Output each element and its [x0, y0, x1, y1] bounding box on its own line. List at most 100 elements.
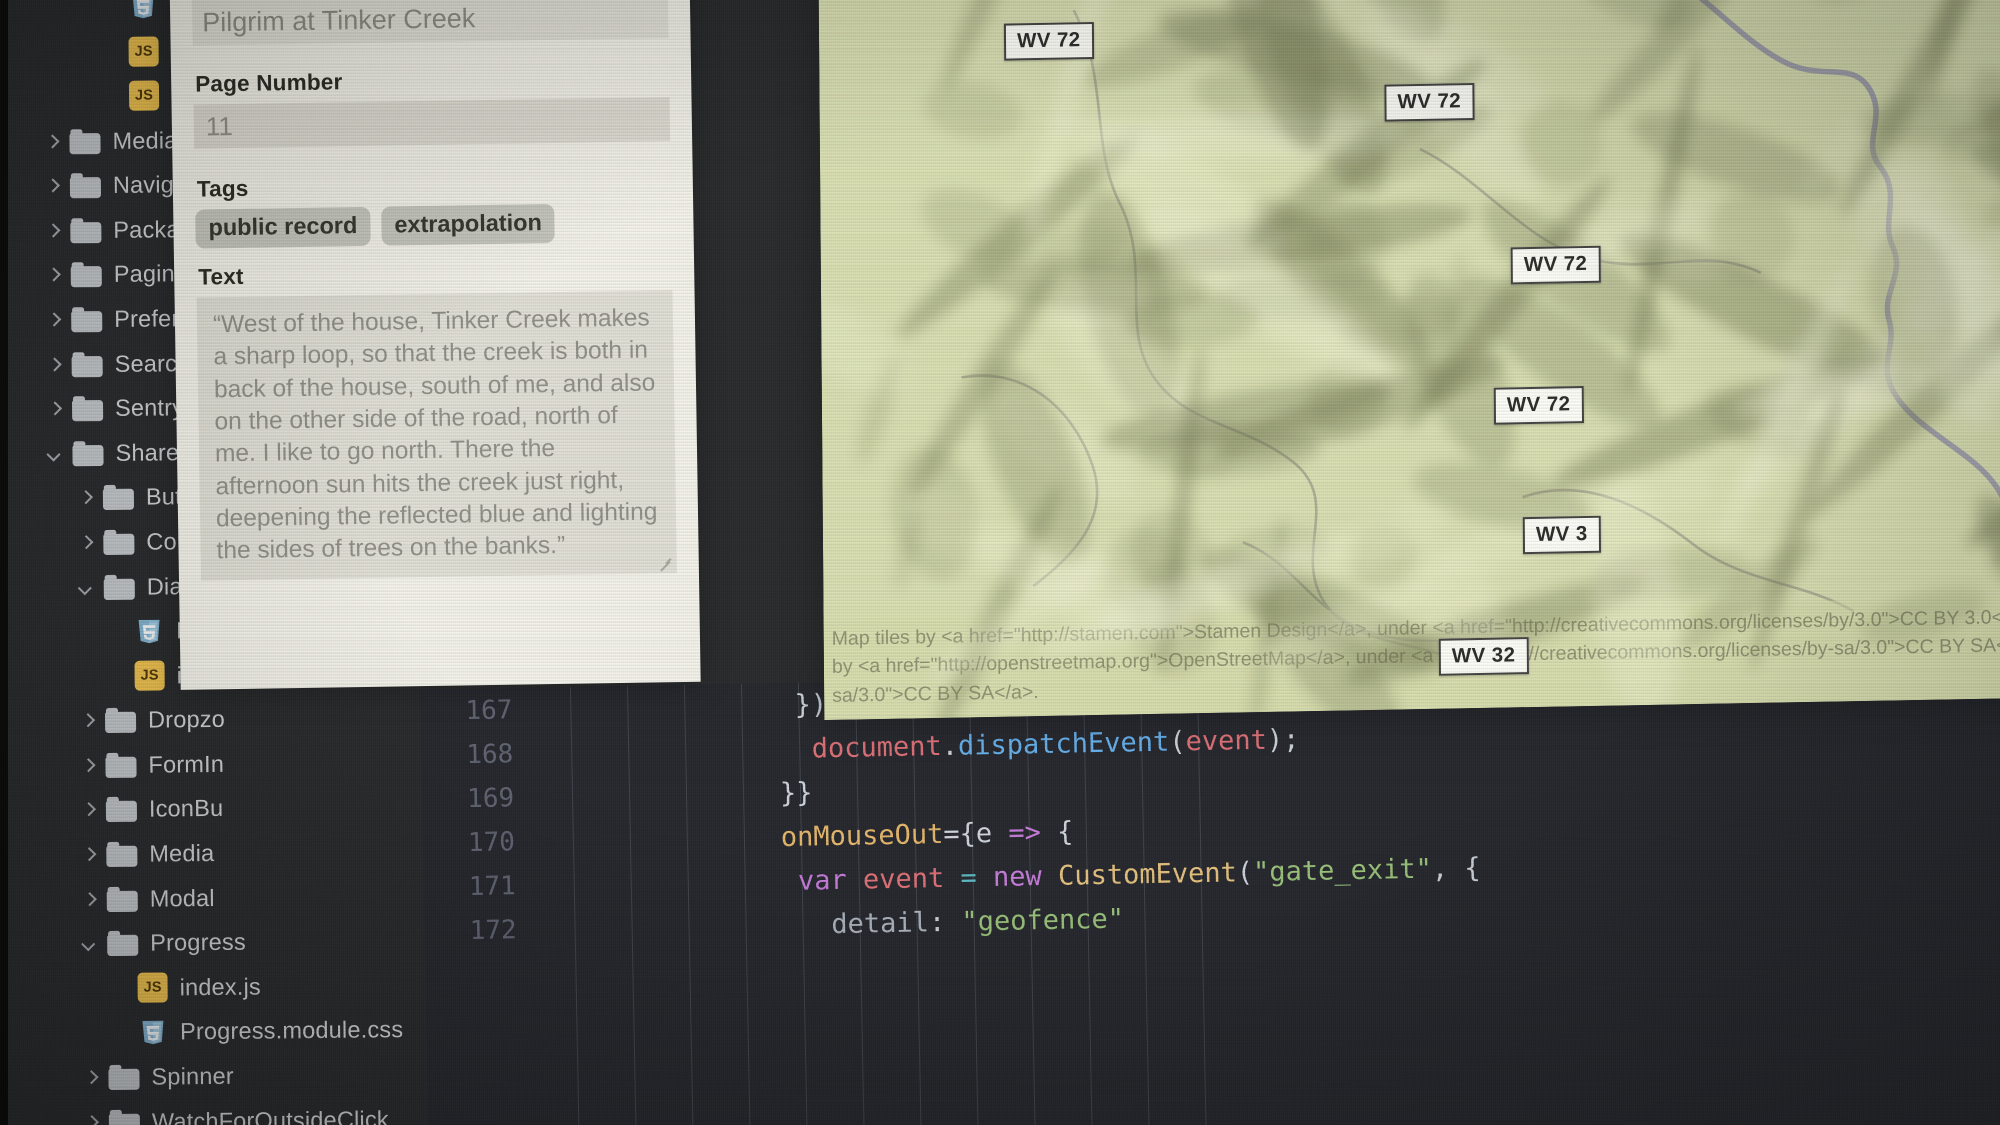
explorer-item-label: WatchForOutsideClick [151, 1105, 389, 1125]
page-number-input[interactable]: 11 [193, 97, 671, 149]
code-token: = [960, 861, 978, 894]
chevron-right-icon[interactable] [44, 222, 61, 239]
code-token: new [992, 860, 1043, 893]
code-token: , { [1431, 852, 1481, 885]
explorer-item-label: Modal [149, 884, 215, 912]
explorer-folder-row[interactable]: Progress [9, 918, 479, 967]
chevron-right-icon[interactable] [45, 267, 62, 284]
folder-icon [72, 396, 103, 421]
line-number: 170 [467, 827, 516, 859]
highway-shield-label: WV 72 [1510, 245, 1601, 285]
text-label: Text [198, 263, 244, 290]
chevron-right-icon[interactable] [77, 489, 94, 506]
explorer-item-label: Progress.module.css [179, 1016, 404, 1045]
highway-shield-label: WV 32 [1438, 637, 1529, 676]
explorer-item-label: IconBu [148, 795, 224, 823]
folder-icon [70, 218, 101, 243]
code-token: e [975, 817, 1009, 849]
chevron-right-icon[interactable] [43, 133, 60, 150]
chevron-right-icon[interactable] [81, 891, 98, 908]
code-token: var [797, 864, 847, 897]
chevron-right-icon[interactable] [79, 757, 96, 774]
explorer-file-row[interactable]: Progress.module.css [10, 1007, 480, 1056]
folder-icon [70, 173, 101, 198]
highway-shield-label: WV 72 [1384, 83, 1475, 122]
folder-icon [109, 1109, 140, 1125]
code-text: document.dispatchEvent(event); [567, 724, 1299, 769]
chevron-right-icon[interactable] [77, 534, 94, 551]
map-canvas[interactable]: Map tiles by <a href="http://stamen.com"… [818, 0, 2000, 721]
code-token: event [862, 862, 945, 896]
explorer-folder-row[interactable]: Modal [9, 873, 479, 922]
folder-icon [103, 530, 134, 555]
folder-icon [71, 262, 102, 287]
css-file-icon [134, 616, 164, 646]
line-number: 172 [469, 915, 517, 947]
line-number: 168 [466, 739, 514, 771]
title-input[interactable]: Pilgrim at Tinker Creek [191, 0, 669, 46]
explorer-file-row[interactable]: JS index.js [9, 963, 479, 1012]
line-number: 169 [466, 783, 515, 815]
chevron-right-icon[interactable] [83, 1114, 100, 1125]
code-token: }} [779, 776, 813, 809]
chevron-down-icon[interactable] [46, 445, 63, 462]
tags-label: Tags [196, 175, 249, 202]
chevron-right-icon[interactable] [80, 846, 97, 863]
code-token: document [811, 730, 943, 764]
chevron-right-icon[interactable] [80, 802, 97, 819]
chevron-right-icon[interactable] [44, 178, 61, 195]
chevron-right-icon[interactable] [45, 311, 62, 328]
code-editor[interactable]: 167}); 168 document.dispatchEvent(event); 1… [420, 658, 2000, 1125]
page-number-label: Page Number [195, 69, 343, 97]
css-file-icon [128, 0, 158, 22]
chevron-down-icon[interactable] [78, 579, 95, 596]
code-token: onMouseOut [780, 818, 944, 853]
explorer-folder-row[interactable]: FormIn [7, 740, 477, 789]
code-token: event [1185, 724, 1268, 757]
explorer-folder-row[interactable]: Dropzo [7, 695, 477, 744]
code-token: => [1008, 816, 1042, 849]
code-token: ( [1168, 725, 1186, 758]
explorer-item-label: Spinner [151, 1062, 235, 1090]
code-token: ={ [943, 817, 977, 850]
explorer-item-label: Media [149, 840, 215, 867]
folder-icon [103, 485, 134, 510]
chevron-right-icon[interactable] [82, 1069, 99, 1086]
code-token: : [928, 906, 962, 938]
explorer-folder-row[interactable]: WatchForOutsideClick [11, 1096, 481, 1125]
chevron-down-icon[interactable] [81, 935, 98, 952]
chevron-right-icon[interactable] [79, 712, 96, 729]
line-number: 171 [468, 871, 517, 903]
explorer-folder-row[interactable]: Spinner [10, 1052, 480, 1101]
resize-grip-icon[interactable] [659, 557, 672, 570]
line-number: 167 [465, 695, 513, 727]
javascript-file-icon: JS [128, 80, 160, 112]
chevron-right-icon[interactable] [46, 356, 63, 373]
code-text: detail: "geofence" [570, 903, 1124, 945]
chevron-right-icon[interactable] [46, 401, 63, 418]
explorer-item-label: FormIn [148, 750, 225, 778]
tag-chip[interactable]: public record [195, 206, 371, 249]
folder-icon [107, 931, 138, 956]
code-token: CustomEvent [1057, 856, 1238, 892]
explorer-folder-row[interactable]: IconBu [8, 784, 478, 833]
folder-icon [69, 129, 100, 154]
code-token: "gate_exit" [1252, 853, 1433, 888]
entry-form-panel[interactable]: Pilgrim at Tinker Creek Page Number 11 T… [168, 0, 701, 690]
map-window[interactable]: Map tiles by <a href="http://stamen.com"… [818, 0, 2000, 721]
tag-chip[interactable]: extrapolation [381, 203, 556, 246]
explorer-item-label: Dropzo [147, 706, 226, 733]
code-token: "geofence" [961, 903, 1125, 938]
folder-icon [106, 797, 137, 822]
folder-icon [72, 441, 103, 466]
text-textarea[interactable]: “West of the house, Tinker Creek makes a… [196, 290, 677, 581]
explorer-folder-row[interactable]: Media [8, 829, 478, 878]
text-value: “West of the house, Tinker Creek makes a… [212, 304, 658, 565]
